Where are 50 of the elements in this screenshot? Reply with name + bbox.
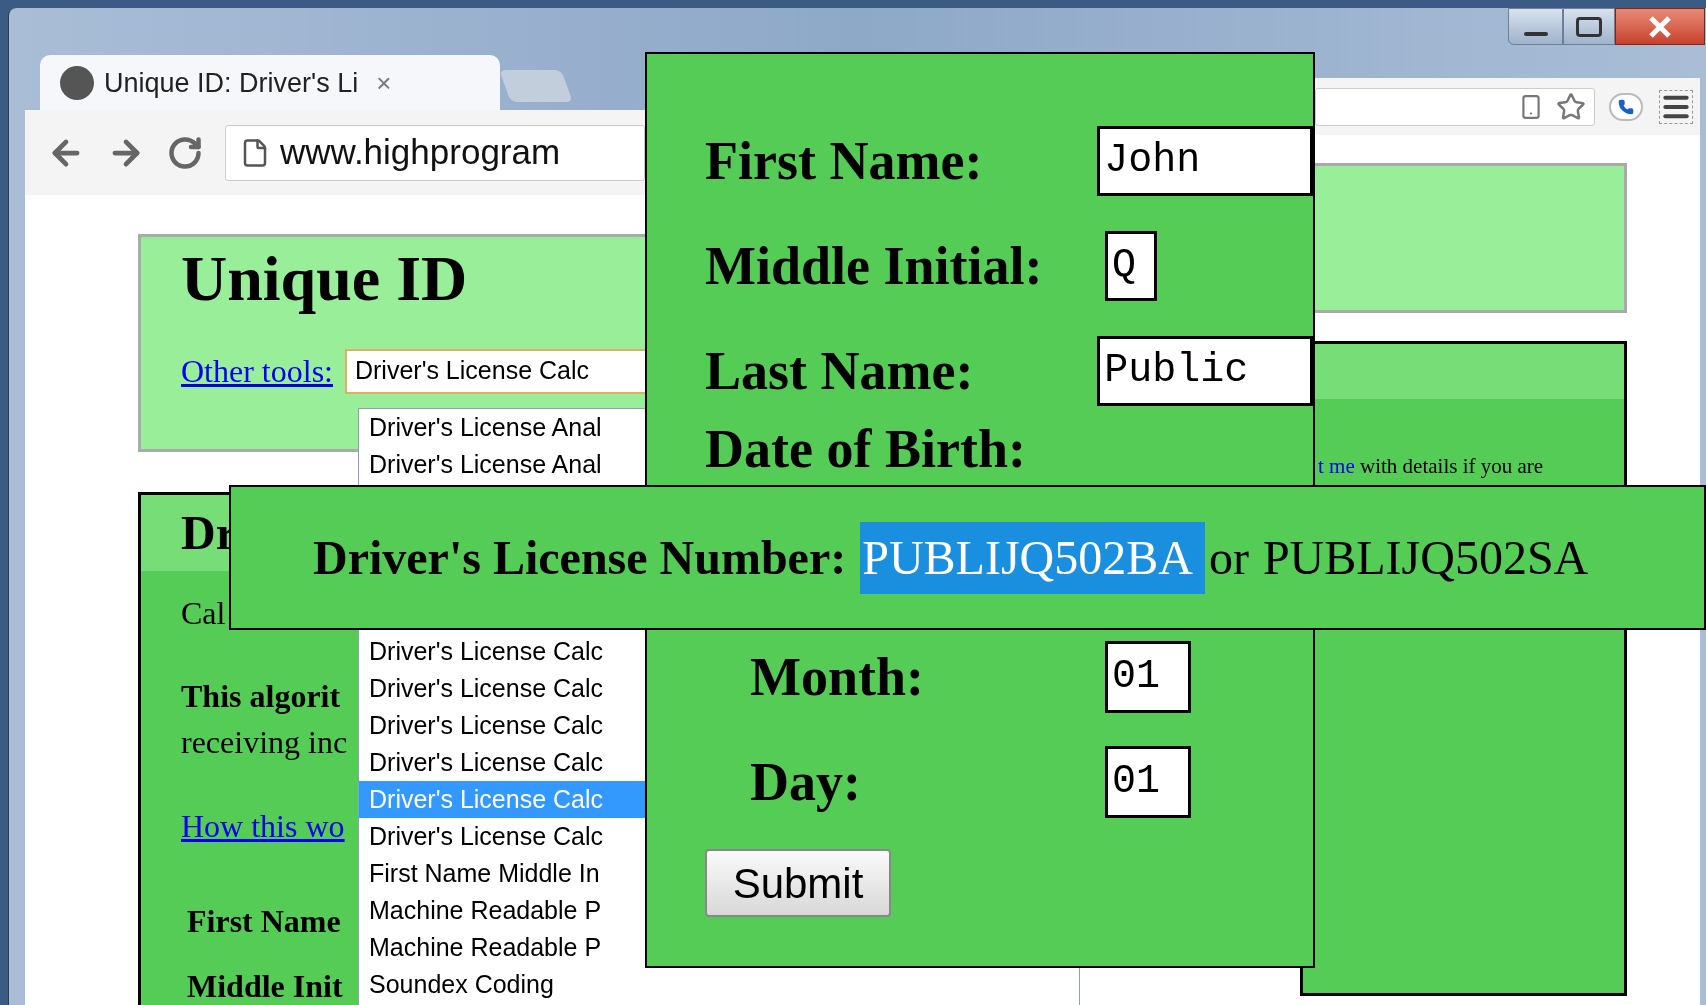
text-input[interactable]: 01 [1105,641,1191,713]
star-icon[interactable] [1556,91,1586,122]
or-text: or [1208,529,1249,586]
dropdown-option[interactable]: Driver's License Calc [359,744,646,781]
contact-text: with details if you are [1360,454,1544,478]
close-icon [1648,15,1672,38]
chat-bubble-icon[interactable] [1609,92,1643,121]
field-label: Day: [750,750,862,814]
field-label: Month: [750,645,925,709]
contact-link[interactable]: t me [1318,454,1355,478]
dropdown-option[interactable]: Machine Readable P [359,892,646,929]
dropdown-option[interactable]: Machine Readable P [359,929,646,966]
dropdown-option[interactable]: Driver's License Calc [359,633,646,670]
minimize-button[interactable] [1508,8,1563,45]
tab-title: Unique ID: Driver's Li [104,66,359,100]
dropdown-option[interactable]: Driver's License Anal [359,409,646,446]
middle-initial-label: Middle Init [187,967,343,1005]
text-input[interactable]: Public [1097,336,1313,406]
first-name-label: First Name [187,902,341,941]
license-number: PUBLIJQ502BA [860,521,1205,594]
intro-text: Cal [181,594,226,633]
result-label: Driver's License Number: [313,529,847,586]
how-it-works-link[interactable]: How this wo [181,806,345,846]
avatar-icon [60,66,94,100]
text-input[interactable]: Q [1105,231,1157,301]
page-title: Unique ID [181,242,469,316]
dropdown-option[interactable]: Driver's License Calc [359,818,646,855]
submit-button[interactable]: Submit [705,849,891,917]
menu-icon[interactable] [1659,89,1693,124]
dropdown-option[interactable]: Driver's License Calc [359,707,646,744]
field-label: Middle Initial: [705,234,1044,298]
dropdown-option[interactable]: First Name Middle In [359,855,646,892]
maximize-button[interactable] [1563,8,1615,45]
dropdown-option[interactable]: Soundex Coding [359,966,646,1003]
field-label: First Name: [705,129,984,193]
dropdown-option[interactable]: Driver's License Calc [359,670,646,707]
text-input[interactable]: 01 [1105,746,1191,818]
other-tools-link[interactable]: Other tools: [181,347,333,395]
algorithm-text: This algorit receiving inc [181,677,348,762]
tab-close-button[interactable]: × [376,63,392,103]
reload-icon[interactable] [167,134,203,171]
dropdown-option[interactable]: Driver's License Anal [359,446,646,483]
browser-tab[interactable]: Unique ID: Driver's Li × [40,55,500,111]
text-input[interactable]: John [1097,126,1313,196]
field-label: Last Name: [705,339,975,403]
date-of-birth-label: Date of Birth: [705,419,1026,479]
address-bar[interactable] [1315,87,1595,126]
alternate-license-number: PUBLIJQ502SA [1262,529,1589,586]
address-bar[interactable]: www.highprogram [225,124,645,181]
close-button[interactable] [1615,8,1705,45]
